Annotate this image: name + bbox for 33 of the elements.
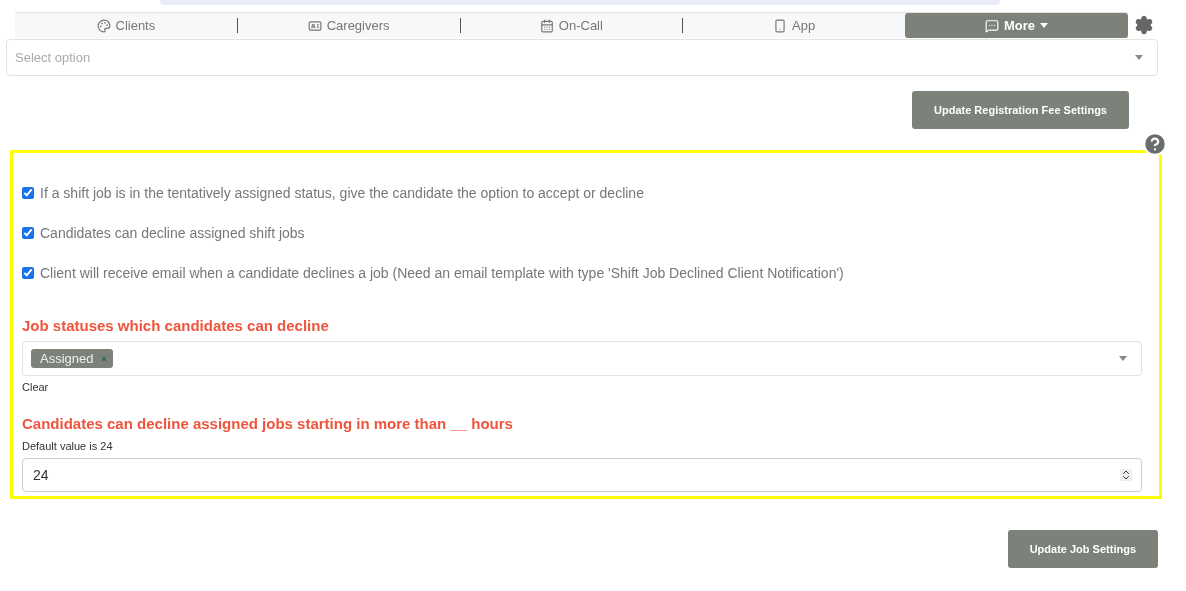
nav-tab[interactable]: On-Call	[460, 13, 683, 38]
select-field[interactable]: Select option	[6, 39, 1158, 76]
clear-link[interactable]: Clear	[22, 381, 1159, 393]
nav-tab[interactable]: Caregivers	[237, 13, 460, 38]
checkbox[interactable]	[22, 266, 34, 279]
caret-icon	[1135, 55, 1143, 60]
checkbox-label: Candidates can decline assigned shift jobs	[40, 224, 305, 241]
checkbox[interactable]	[22, 226, 34, 239]
smartphone-icon	[773, 18, 788, 33]
id-badge-icon	[307, 18, 322, 33]
checkbox-label: If a shift job is in the tentatively assigned status, give the candidate the option to accept or decline	[40, 184, 644, 201]
checkbox[interactable]	[22, 186, 34, 199]
spinner-icon[interactable]	[1120, 469, 1132, 481]
nav-tab[interactable]: App	[683, 13, 905, 38]
palette-icon	[96, 18, 111, 33]
help-icon[interactable]	[1142, 131, 1168, 157]
update-registration-fee-button[interactable]: Update Registration Fee Settings	[912, 91, 1129, 129]
nav-tab[interactable]: More	[905, 13, 1128, 38]
multi-select-field[interactable]: Assigned ×	[22, 341, 1142, 376]
caret-icon	[1119, 356, 1127, 361]
select-placeholder: Select option	[15, 50, 91, 65]
section-heading: Candidates can decline assigned jobs starting in more than __ hours	[22, 415, 514, 432]
nav-tab[interactable]: Clients	[15, 13, 237, 38]
update-job-settings-button[interactable]: Update Job Settings	[1007, 530, 1158, 568]
section-heading: Job statuses which candidates can decline	[22, 317, 330, 334]
number-field[interactable]: 24	[22, 458, 1142, 492]
tag-chip: Assigned ×	[31, 349, 113, 368]
caret-icon	[1040, 23, 1049, 28]
chat-bubble-icon	[984, 18, 999, 33]
hint-text: Default value is 24	[22, 440, 114, 452]
calendar-icon	[539, 18, 554, 33]
settings-icon[interactable]	[1134, 15, 1154, 35]
checkbox-label: Client will receive email when a candidate declines a job (Need an email template with type 'Shift Job Declined Client Notification')	[40, 264, 844, 281]
